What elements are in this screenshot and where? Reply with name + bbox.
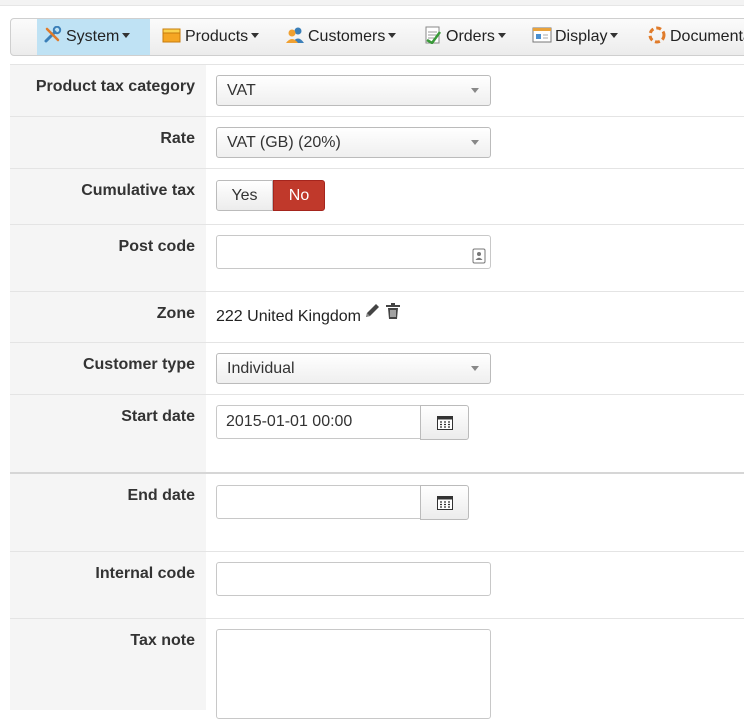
- end-date-label: End date: [127, 487, 195, 504]
- product-tax-category-label: Product tax category: [35, 78, 195, 95]
- chevron-down-icon: [471, 366, 479, 371]
- row-post-code: Post code: [10, 224, 744, 291]
- menu-products-label: Products: [185, 28, 249, 45]
- trash-icon[interactable]: [385, 302, 401, 320]
- contact-card-icon[interactable]: [472, 244, 486, 264]
- post-code-input[interactable]: [216, 235, 491, 269]
- chevron-down-icon: [388, 33, 397, 38]
- zone-label: Zone: [156, 305, 195, 322]
- display-icon: [532, 22, 552, 43]
- menu-display-label: Display: [555, 28, 608, 45]
- menu-documentation-label: Documenta: [670, 28, 744, 45]
- start-date-input[interactable]: 2015-01-01 00:00: [216, 405, 421, 439]
- menu-products[interactable]: Products: [156, 19, 260, 55]
- tools-icon: [43, 22, 63, 43]
- cumulative-tax-toggle: Yes No: [216, 180, 325, 211]
- post-code-label: Post code: [118, 238, 195, 255]
- menu-documentation[interactable]: Documenta: [641, 19, 744, 55]
- row-end-date: End date: [10, 472, 744, 551]
- end-date-calendar-button[interactable]: [420, 485, 469, 520]
- box-icon: [162, 22, 182, 43]
- row-rate: Rate VAT (GB) (20%): [10, 116, 744, 168]
- chevron-down-icon: [471, 140, 479, 145]
- menu-customers[interactable]: Customers: [279, 19, 397, 55]
- rate-select[interactable]: VAT (GB) (20%): [216, 127, 491, 158]
- cumulative-tax-yes-button[interactable]: Yes: [216, 180, 273, 211]
- end-date-input[interactable]: [216, 485, 421, 519]
- row-internal-code: Internal code: [10, 551, 744, 618]
- row-customer-type: Customer type Individual: [10, 342, 744, 394]
- chevron-down-icon: [471, 88, 479, 93]
- cumulative-tax-no-button[interactable]: No: [273, 180, 325, 211]
- chevron-down-icon: [610, 33, 619, 38]
- internal-code-label: Internal code: [95, 565, 195, 582]
- row-product-tax-category: Product tax category VAT: [10, 64, 744, 116]
- chevron-down-icon: [122, 33, 131, 38]
- cumulative-tax-label: Cumulative tax: [81, 182, 195, 199]
- menu-customers-label: Customers: [308, 28, 386, 45]
- rate-label: Rate: [160, 130, 195, 147]
- tax-note-label: Tax note: [130, 632, 195, 649]
- row-start-date: Start date 2015-01-01 00:00: [10, 394, 744, 472]
- orders-icon: [423, 22, 443, 45]
- calendar-icon: [437, 415, 453, 435]
- users-icon: [285, 22, 305, 43]
- zone-value: 222 United Kingdom: [216, 308, 361, 325]
- chevron-down-icon: [497, 33, 506, 38]
- menu-display[interactable]: Display: [526, 19, 619, 55]
- product-tax-category-select[interactable]: VAT: [216, 75, 491, 106]
- top-strip: [0, 0, 744, 6]
- customer-type-select[interactable]: Individual: [216, 353, 491, 384]
- menu-system[interactable]: System: [37, 19, 150, 55]
- tax-note-textarea[interactable]: [216, 629, 491, 719]
- menu-orders-label: Orders: [446, 28, 495, 45]
- lifebuoy-icon: [647, 22, 667, 44]
- start-date-label: Start date: [121, 408, 195, 425]
- menu-system-label: System: [66, 28, 120, 45]
- main-menu-bar: System Products Customers Orders Display…: [10, 18, 744, 56]
- menu-orders[interactable]: Orders: [417, 19, 506, 55]
- row-tax-note: Tax note: [10, 618, 744, 719]
- internal-code-input[interactable]: [216, 562, 491, 596]
- pencil-icon[interactable]: [363, 302, 381, 320]
- row-zone: Zone 222 United Kingdom: [10, 291, 744, 342]
- chevron-down-icon: [251, 33, 260, 38]
- customer-type-label: Customer type: [82, 356, 195, 373]
- start-date-calendar-button[interactable]: [420, 405, 469, 440]
- row-cumulative-tax: Cumulative tax Yes No: [10, 168, 744, 224]
- calendar-icon: [437, 495, 453, 515]
